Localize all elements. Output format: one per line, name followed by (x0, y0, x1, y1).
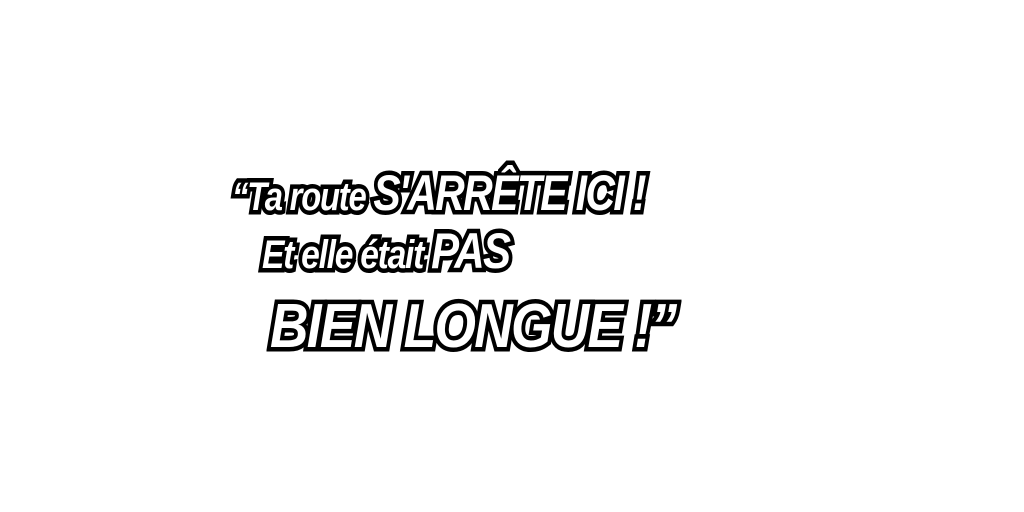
quote-line-1-part-2: S'ARRÊTE ICI ! (370, 164, 651, 223)
quote-line-2: Et elle était PAS (258, 222, 515, 281)
quote-line-1-part-1: “Ta route (228, 173, 374, 222)
quote-line-3: BIEN LONGUE !” (266, 291, 681, 362)
quote-line-2-part-1: Et elle était (258, 231, 432, 280)
quote-line-1: “Ta route S'ARRÊTE ICI ! (228, 164, 651, 223)
quote-line-2-part-2: PAS (427, 222, 514, 281)
quote-canvas: “Ta route S'ARRÊTE ICI ! Et elle était P… (0, 0, 1024, 512)
